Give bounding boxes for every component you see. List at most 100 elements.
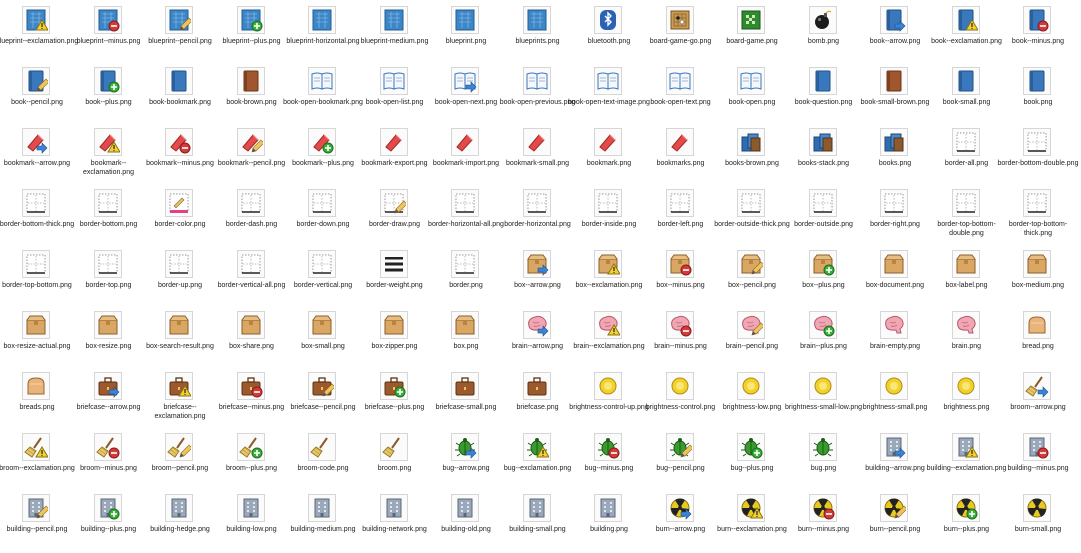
file-item[interactable]: brightness-control.png	[645, 368, 717, 430]
file-item[interactable]: broom--exclamation.png	[0, 429, 75, 491]
file-item[interactable]: border-vertical.png	[287, 246, 359, 308]
file-item[interactable]: bug--pencil.png	[645, 429, 717, 491]
file-item[interactable]: bookmark-import.png	[430, 124, 502, 186]
file-item[interactable]: box--minus.png	[645, 246, 717, 308]
file-item[interactable]: box-label.png	[931, 246, 1003, 308]
file-item[interactable]: book-open-list.png	[359, 63, 431, 125]
file-item[interactable]: brain-empty.png	[859, 307, 931, 369]
file-item[interactable]: book-open-bookmark.png	[283, 63, 363, 125]
file-item[interactable]: border-horizontal-all.png	[428, 185, 504, 247]
file-item[interactable]: building-small.png	[502, 490, 574, 552]
file-item[interactable]: blueprint--exclamation.png	[0, 2, 78, 64]
file-item[interactable]: book-open.png	[716, 63, 788, 125]
file-item[interactable]: briefcase-small.png	[430, 368, 502, 430]
file-item[interactable]: book--arrow.png	[859, 2, 931, 64]
file-item[interactable]: book-open-previous.png	[500, 63, 575, 125]
file-item[interactable]: broom--arrow.png	[1002, 368, 1074, 430]
file-item[interactable]: box-medium.png	[1002, 246, 1074, 308]
file-item[interactable]: book-small-brown.png	[859, 63, 931, 125]
file-item[interactable]: briefcase--plus.png	[359, 368, 431, 430]
file-item[interactable]: box-small.png	[287, 307, 359, 369]
file-item[interactable]: building-network.png	[359, 490, 431, 552]
file-item[interactable]: building--arrow.png	[859, 429, 931, 491]
file-item[interactable]: brightness-small.png	[859, 368, 931, 430]
file-item[interactable]: book-open-text-image.png	[568, 63, 650, 125]
file-item[interactable]: book--plus.png	[73, 63, 145, 125]
file-item[interactable]: bug--minus.png	[573, 429, 645, 491]
file-item[interactable]: box-resize.png	[73, 307, 145, 369]
file-item[interactable]: border-draw.png	[359, 185, 431, 247]
file-item[interactable]: blueprint--minus.png	[73, 2, 145, 64]
file-item[interactable]: border-weight.png	[359, 246, 431, 308]
file-item[interactable]: bookmark.png	[573, 124, 645, 186]
file-item[interactable]: border-all.png	[931, 124, 1003, 186]
file-item[interactable]: books-stack.png	[788, 124, 860, 186]
file-item[interactable]: briefcase--exclamation.png	[144, 368, 216, 430]
file-item[interactable]: border-left.png	[645, 185, 717, 247]
file-item[interactable]: brightness-low.png	[716, 368, 788, 430]
file-item[interactable]: bug--arrow.png	[430, 429, 502, 491]
file-item[interactable]: box--arrow.png	[502, 246, 574, 308]
file-item[interactable]: bluetooth.png	[573, 2, 645, 64]
file-item[interactable]: building-hedge.png	[144, 490, 216, 552]
file-item[interactable]: blueprints.png	[502, 2, 574, 64]
file-item[interactable]: building--pencil.png	[1, 490, 73, 552]
file-item[interactable]: book.png	[1002, 63, 1074, 125]
file-item[interactable]: burn--plus.png	[931, 490, 1003, 552]
file-item[interactable]: board-game.png	[716, 2, 788, 64]
file-item[interactable]: bug--plus.png	[716, 429, 788, 491]
file-item[interactable]: board-game-go.png	[645, 2, 717, 64]
file-item[interactable]: border-right.png	[859, 185, 931, 247]
file-item[interactable]: border-top.png	[73, 246, 145, 308]
file-item[interactable]: breads.png	[1, 368, 73, 430]
file-item[interactable]: border-vertical-all.png	[216, 246, 288, 308]
file-item[interactable]: book-open-next.png	[430, 63, 502, 125]
file-item[interactable]: broom--minus.png	[73, 429, 145, 491]
file-item[interactable]: brightness-small-low.png	[785, 368, 862, 430]
file-item[interactable]: box-zipper.png	[359, 307, 431, 369]
file-item[interactable]: books-brown.png	[716, 124, 788, 186]
file-item[interactable]: blueprint.png	[430, 2, 502, 64]
file-item[interactable]: brain.png	[931, 307, 1003, 369]
file-item[interactable]: border-inside.png	[573, 185, 645, 247]
file-item[interactable]: bookmark-export.png	[359, 124, 431, 186]
file-item[interactable]: border-top-bottom-double.png	[931, 185, 1003, 247]
file-item[interactable]: bomb.png	[788, 2, 860, 64]
file-item[interactable]: book-question.png	[788, 63, 860, 125]
file-item[interactable]: blueprint--pencil.png	[144, 2, 216, 64]
file-item[interactable]: brightness-control-up.png	[569, 368, 649, 430]
file-item[interactable]: book-open-text.png	[645, 63, 717, 125]
file-item[interactable]: border-dash.png	[216, 185, 288, 247]
file-item[interactable]: burn--arrow.png	[645, 490, 717, 552]
file-item[interactable]: brain--plus.png	[788, 307, 860, 369]
file-item[interactable]: book-small.png	[931, 63, 1003, 125]
file-item[interactable]: blueprint--plus.png	[216, 2, 288, 64]
file-item[interactable]: briefcase--arrow.png	[73, 368, 145, 430]
file-item[interactable]: building--plus.png	[73, 490, 145, 552]
file-item[interactable]: building-low.png	[216, 490, 288, 552]
file-item[interactable]: border.png	[430, 246, 502, 308]
file-item[interactable]: bookmark--plus.png	[287, 124, 359, 186]
file-item[interactable]: briefcase--pencil.png	[287, 368, 359, 430]
file-item[interactable]: brain--pencil.png	[716, 307, 788, 369]
file-item[interactable]: box-document.png	[859, 246, 931, 308]
file-item[interactable]: box-share.png	[216, 307, 288, 369]
file-item[interactable]: bookmark--minus.png	[144, 124, 216, 186]
file-item[interactable]: border-color.png	[144, 185, 216, 247]
file-item[interactable]: bookmark--pencil.png	[216, 124, 288, 186]
file-item[interactable]: box--pencil.png	[716, 246, 788, 308]
file-item[interactable]: broom--plus.png	[216, 429, 288, 491]
file-item[interactable]: broom--pencil.png	[144, 429, 216, 491]
file-item[interactable]: blueprint-horizontal.png	[286, 2, 360, 64]
file-item[interactable]: brain--arrow.png	[502, 307, 574, 369]
file-item[interactable]: border-outside.png	[788, 185, 860, 247]
file-item[interactable]: book-brown.png	[216, 63, 288, 125]
file-item[interactable]: blueprint-medium.png	[359, 2, 431, 64]
file-item[interactable]: border-down.png	[287, 185, 359, 247]
file-item[interactable]: bookmark--arrow.png	[1, 124, 73, 186]
file-item[interactable]: burn--pencil.png	[859, 490, 931, 552]
file-item[interactable]: book--pencil.png	[1, 63, 73, 125]
file-item[interactable]: border-horizontal.png	[502, 185, 574, 247]
file-item[interactable]: broom-code.png	[287, 429, 359, 491]
file-item[interactable]: bookmark--exclamation.png	[73, 124, 145, 186]
